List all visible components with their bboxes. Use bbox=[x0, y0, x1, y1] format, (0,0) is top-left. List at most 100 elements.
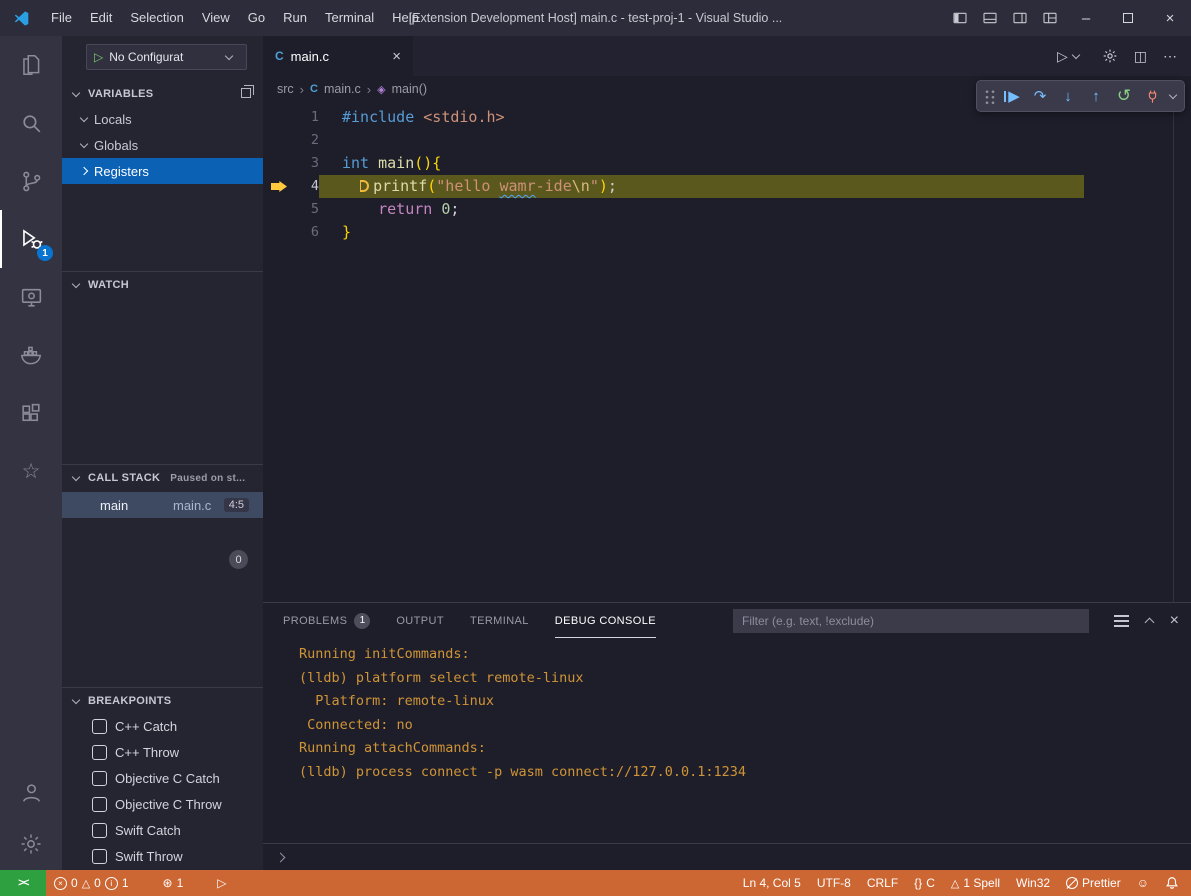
toggle-panel-icon[interactable] bbox=[975, 0, 1005, 36]
inline-breakpoint-icon[interactable] bbox=[360, 180, 369, 192]
continue-button[interactable]: ▶ bbox=[999, 83, 1025, 109]
menu-edit[interactable]: Edit bbox=[81, 0, 121, 36]
panel-tab-problems[interactable]: PROBLEMS1 bbox=[283, 603, 370, 638]
menu-run[interactable]: Run bbox=[274, 0, 316, 36]
debug-config-dropdown[interactable]: ▷ No Configurat bbox=[86, 44, 247, 70]
language-mode[interactable]: {} C bbox=[906, 870, 943, 896]
debug-console-input[interactable] bbox=[263, 843, 1191, 870]
call-stack-section-header[interactable]: CALL STACK Paused on st... bbox=[62, 466, 263, 490]
platform-indicator[interactable]: Win32 bbox=[1008, 870, 1058, 896]
breadcrumb-file[interactable]: main.c bbox=[324, 82, 361, 96]
checkbox-unchecked-icon[interactable] bbox=[92, 719, 107, 734]
editor-gear-icon[interactable] bbox=[1102, 48, 1118, 64]
toggle-sidebar-icon[interactable] bbox=[945, 0, 975, 36]
copy-value-icon[interactable] bbox=[241, 88, 251, 98]
toggle-secondary-sidebar-icon[interactable] bbox=[1005, 0, 1035, 36]
breadcrumb-folder[interactable]: src bbox=[277, 82, 294, 96]
breakpoint-item[interactable]: Objective C Catch bbox=[62, 765, 263, 791]
variables-section-header[interactable]: VARIABLES bbox=[62, 82, 263, 106]
menu-view[interactable]: View bbox=[193, 0, 239, 36]
cursor-position[interactable]: Ln 4, Col 5 bbox=[735, 870, 809, 896]
eol-indicator[interactable]: CRLF bbox=[859, 870, 906, 896]
variables-item-locals[interactable]: Locals bbox=[62, 106, 263, 132]
gutter-glyph-margin[interactable] bbox=[263, 198, 295, 221]
call-stack-frame[interactable]: main main.c 4:5 bbox=[62, 492, 263, 518]
maximize-button[interactable] bbox=[1107, 0, 1149, 36]
prettier-status[interactable]: Prettier bbox=[1058, 870, 1129, 896]
step-out-button[interactable]: ↑ bbox=[1083, 83, 1109, 109]
checkbox-unchecked-icon[interactable] bbox=[92, 823, 107, 838]
split-editor-icon[interactable]: ◫ bbox=[1134, 48, 1147, 65]
encoding-indicator[interactable]: UTF-8 bbox=[809, 870, 859, 896]
breakpoints-section-header[interactable]: BREAKPOINTS bbox=[62, 689, 263, 713]
menu-selection[interactable]: Selection bbox=[121, 0, 192, 36]
braces-icon: {} bbox=[914, 876, 922, 890]
extensions-icon[interactable] bbox=[0, 384, 62, 442]
checkbox-unchecked-icon[interactable] bbox=[92, 771, 107, 786]
gutter-glyph-margin[interactable] bbox=[263, 129, 295, 152]
breakpoint-item[interactable]: C++ Throw bbox=[62, 739, 263, 765]
settings-gear-icon[interactable] bbox=[0, 818, 62, 870]
panel-tab-badge: 1 bbox=[354, 613, 370, 629]
problems-status[interactable]: × 0 △ 0 i 1 bbox=[46, 870, 137, 896]
more-actions-icon[interactable]: ⋯ bbox=[1163, 48, 1177, 65]
chevron-down-icon[interactable] bbox=[1169, 90, 1177, 98]
step-over-button[interactable]: ↷ bbox=[1027, 83, 1053, 109]
spell-checker-status[interactable]: △ 1 Spell bbox=[943, 870, 1008, 896]
notification-bell-icon[interactable] bbox=[1157, 870, 1187, 896]
panel-tabs: PROBLEMS1 OUTPUT TERMINAL DEBUG CONSOLE bbox=[283, 603, 682, 638]
tab-main-c[interactable]: C main.c × bbox=[263, 36, 413, 76]
gutter-glyph-margin[interactable] bbox=[263, 175, 295, 198]
menu-terminal[interactable]: Terminal bbox=[316, 0, 383, 36]
checkbox-unchecked-icon[interactable] bbox=[92, 849, 107, 864]
toolbar-drag-handle[interactable] bbox=[983, 88, 995, 104]
panel-tab-debug-console[interactable]: DEBUG CONSOLE bbox=[555, 603, 656, 638]
start-debug-icon[interactable]: ▷ bbox=[94, 50, 103, 64]
source-control-icon[interactable] bbox=[0, 152, 62, 210]
code-editor[interactable]: 1#include <stdio.h>23int main(){4 printf… bbox=[263, 102, 1191, 602]
close-window-button[interactable]: × bbox=[1149, 0, 1191, 36]
breakpoint-item[interactable]: Objective C Throw bbox=[62, 791, 263, 817]
customize-layout-icon[interactable] bbox=[1035, 0, 1065, 36]
breadcrumb-symbol[interactable]: main() bbox=[392, 82, 427, 96]
variables-item-registers[interactable]: Registers bbox=[62, 158, 263, 184]
maximize-panel-chevron-icon[interactable] bbox=[1144, 617, 1154, 627]
feedback-smiley-icon[interactable]: ☺ bbox=[1129, 870, 1157, 896]
remote-indicator[interactable]: >< bbox=[0, 870, 46, 896]
account-icon[interactable] bbox=[0, 766, 62, 818]
gutter-glyph-margin[interactable] bbox=[263, 152, 295, 175]
breakpoint-item[interactable]: Swift Catch bbox=[62, 817, 263, 843]
vscode-logo-icon bbox=[0, 9, 42, 28]
disconnect-button[interactable] bbox=[1139, 83, 1165, 109]
remote-explorer-icon[interactable] bbox=[0, 268, 62, 326]
panel-tab-output[interactable]: OUTPUT bbox=[396, 603, 444, 638]
ports-status[interactable]: ⊛ 1 bbox=[155, 870, 192, 896]
gutter-glyph-margin[interactable] bbox=[263, 106, 295, 129]
checkbox-unchecked-icon[interactable] bbox=[92, 745, 107, 760]
overview-ruler[interactable] bbox=[1173, 102, 1174, 602]
checkbox-unchecked-icon[interactable] bbox=[92, 797, 107, 812]
step-into-button[interactable]: ↓ bbox=[1055, 83, 1081, 109]
variables-item-globals[interactable]: Globals bbox=[62, 132, 263, 158]
watch-section-header[interactable]: WATCH bbox=[62, 273, 263, 297]
restart-button[interactable]: ↺ bbox=[1111, 83, 1137, 109]
debug-console-output: Running initCommands:(lldb) platform sel… bbox=[263, 638, 1191, 843]
debug-status-icon[interactable]: ▷ bbox=[209, 870, 234, 896]
breakpoint-item[interactable]: C++ Catch bbox=[62, 713, 263, 739]
output-lines-icon[interactable] bbox=[1114, 615, 1129, 617]
docker-icon[interactable] bbox=[0, 326, 62, 384]
panel-tab-terminal[interactable]: TERMINAL bbox=[470, 603, 529, 638]
console-filter-input[interactable] bbox=[733, 609, 1089, 633]
run-and-debug-icon[interactable]: 1 bbox=[0, 210, 62, 268]
close-panel-icon[interactable]: × bbox=[1170, 612, 1179, 630]
minimize-button[interactable]: – bbox=[1065, 0, 1107, 36]
run-file-button[interactable]: ▷ bbox=[1057, 48, 1086, 65]
favorites-star-icon[interactable]: ☆ bbox=[0, 442, 62, 500]
explorer-icon[interactable] bbox=[0, 36, 62, 94]
menu-go[interactable]: Go bbox=[239, 0, 274, 36]
search-icon[interactable] bbox=[0, 94, 62, 152]
gutter-glyph-margin[interactable] bbox=[263, 221, 295, 244]
menu-file[interactable]: File bbox=[42, 0, 81, 36]
close-tab-icon[interactable]: × bbox=[392, 48, 401, 65]
breakpoint-item[interactable]: Swift Throw bbox=[62, 843, 263, 869]
